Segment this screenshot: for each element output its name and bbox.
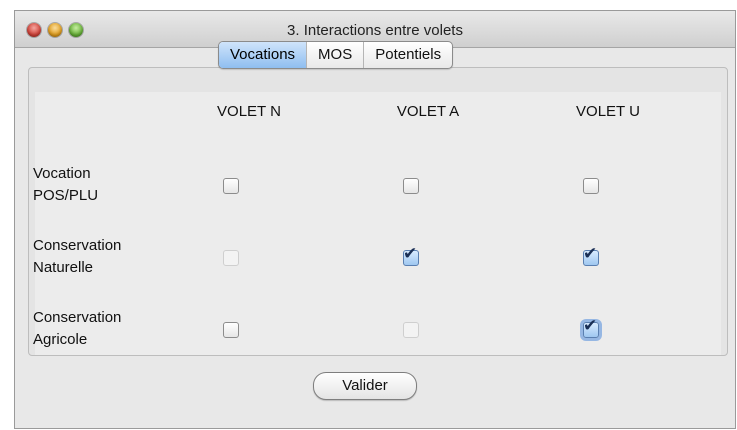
checkbox-volet-u-row-0[interactable] bbox=[583, 178, 599, 194]
column-header-volet-u: VOLET U bbox=[576, 103, 640, 120]
check-icon: ✔ bbox=[583, 316, 598, 336]
tab-content bbox=[35, 92, 721, 355]
row-label-line: Conservation bbox=[33, 237, 122, 254]
valider-button[interactable]: Valider bbox=[313, 372, 417, 400]
checkbox-volet-u-row-2[interactable]: ✔ bbox=[583, 318, 599, 338]
tab-potentiels[interactable]: Potentiels bbox=[363, 42, 452, 68]
tab-bar: Vocations MOS Potentiels bbox=[218, 41, 454, 69]
tab-vocations[interactable]: Vocations bbox=[219, 42, 307, 68]
column-header-volet-n: VOLET N bbox=[217, 103, 281, 120]
checkbox-volet-a-row-0[interactable] bbox=[403, 178, 419, 194]
checkbox-volet-n-row-0[interactable] bbox=[223, 178, 239, 194]
checkbox-volet-a-row-2 bbox=[403, 322, 419, 338]
row-label-line: Conservation bbox=[33, 309, 122, 326]
row-label-conservation-agricole: Conservation Agricole bbox=[33, 307, 121, 351]
row-label-line: Agricole bbox=[33, 331, 88, 348]
checkbox-volet-a-row-1[interactable]: ✔ bbox=[403, 246, 419, 266]
checkbox-volet-n-row-1 bbox=[223, 250, 239, 266]
checkbox-volet-n-row-2[interactable] bbox=[223, 322, 239, 338]
column-header-volet-a: VOLET A bbox=[396, 103, 460, 120]
check-icon: ✔ bbox=[403, 244, 418, 264]
check-icon: ✔ bbox=[583, 244, 598, 264]
window-title: 3. Interactions entre volets bbox=[287, 22, 463, 39]
row-label-line: Vocation bbox=[33, 165, 91, 182]
row-label-line: POS/PLU bbox=[33, 187, 99, 204]
checkbox-volet-u-row-1[interactable]: ✔ bbox=[583, 246, 599, 266]
row-label-line: Naturelle bbox=[33, 259, 94, 276]
row-label-conservation-naturelle: Conservation Naturelle bbox=[33, 235, 121, 279]
tab-mos[interactable]: MOS bbox=[306, 42, 363, 68]
row-label-vocation-pos-plu: Vocation POS/PLU bbox=[33, 163, 98, 207]
